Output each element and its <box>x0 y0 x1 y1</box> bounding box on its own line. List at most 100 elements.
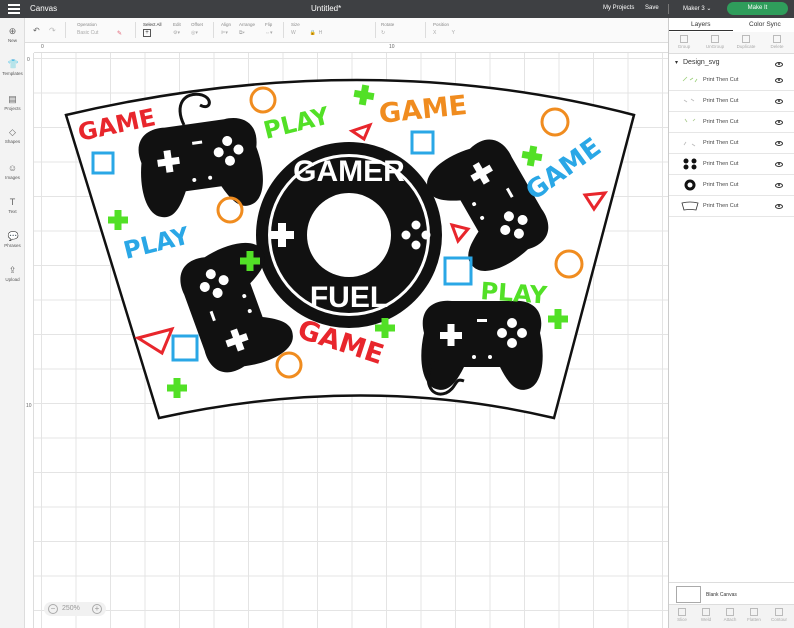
operation-value: Basic Cut <box>77 30 99 36</box>
top-header: Canvas Untitled* My Projects Save Maker … <box>0 0 794 18</box>
sidebar-item-images[interactable]: ☺ Images <box>0 163 25 180</box>
vertical-ruler: 0 10 <box>25 53 34 628</box>
design-canvas[interactable]: GAMER FUEL GAME PLAY GAME GAME PLAY PLAY… <box>34 53 668 628</box>
upload-icon: ⇪ <box>8 265 17 275</box>
sidebar-item-shapes[interactable]: ◇ Shapes <box>0 127 25 144</box>
header-divider <box>668 4 669 14</box>
duplicate-icon <box>742 35 750 43</box>
eye-icon[interactable] <box>775 141 783 146</box>
sidebar-item-text[interactable]: T Text <box>0 197 25 214</box>
eye-icon[interactable] <box>775 78 783 83</box>
group-name: Design_svg <box>683 59 720 66</box>
edit-toolbar: ↶ ↷ Operation Basic Cut ✎ Select All + E… <box>25 18 668 43</box>
ungroup-button[interactable]: UnGroup <box>700 35 730 49</box>
offset-icon: ◎▾ <box>191 30 198 36</box>
sidebar-item-projects[interactable]: ▤ Projects <box>0 94 25 111</box>
weld-label: Weld <box>700 617 712 622</box>
redo-icon[interactable]: ↷ <box>49 26 56 35</box>
flip-label: Flip <box>265 22 273 27</box>
eye-icon[interactable] <box>775 99 783 104</box>
ungroup-label: UnGroup <box>705 44 725 49</box>
rotate-icon: ↻ <box>381 30 386 36</box>
attach-label: Attach <box>723 617 737 622</box>
flatten-icon <box>750 608 758 616</box>
layer-row[interactable]: Print Then Cut <box>669 70 794 91</box>
align-label: Align <box>221 22 232 27</box>
arrange-control[interactable]: Arrange ⧉▾ <box>239 22 255 36</box>
eye-icon[interactable] <box>775 204 783 209</box>
toolbar-divider <box>425 22 426 38</box>
make-it-button[interactable]: Make It <box>727 2 788 15</box>
tab-color-sync[interactable]: Color Sync <box>749 21 781 28</box>
eye-icon[interactable] <box>775 62 783 67</box>
sidebar-item-templates[interactable]: 👕 Templates <box>0 59 25 76</box>
machine-label: Maker 3 <box>683 6 705 12</box>
layer-thumbnail <box>683 98 695 103</box>
layer-name: Print Then Cut <box>703 140 739 146</box>
edit-control[interactable]: Edit ⚙▾ <box>173 22 181 36</box>
layer-row[interactable]: Print Then Cut <box>669 91 794 112</box>
horizontal-ruler: 0 10 <box>34 43 668 53</box>
tumbler-wrap-design[interactable]: GAMER FUEL GAME PLAY GAME GAME PLAY PLAY… <box>34 53 668 628</box>
pen-icon: ✎ <box>117 31 123 37</box>
toolbar-divider <box>135 22 136 38</box>
layer-thumbnail <box>683 158 697 170</box>
eye-icon[interactable] <box>775 183 783 188</box>
duplicate-button[interactable]: Duplicate <box>731 35 761 49</box>
group-button[interactable]: Group <box>669 35 699 49</box>
layer-name: Print Then Cut <box>703 182 739 188</box>
ruler-mark: 10 <box>26 403 32 409</box>
offset-control[interactable]: Offset ◎▾ <box>191 22 203 36</box>
layer-group-row[interactable]: ▾ Design_svg <box>669 56 794 70</box>
zoom-in-button[interactable]: + <box>92 604 102 614</box>
align-control[interactable]: Align ⊫▾ <box>221 22 231 36</box>
delete-button[interactable]: Delete <box>762 35 792 49</box>
panel-tabs: Layers Color Sync <box>669 18 794 31</box>
select-all-label: Select All <box>143 22 162 27</box>
sidebar-item-new[interactable]: ⊕ New <box>0 26 25 43</box>
save-button[interactable]: Save <box>645 5 659 11</box>
image-icon: ☺ <box>7 163 18 173</box>
zoom-out-button[interactable]: − <box>48 604 58 614</box>
layer-row[interactable]: Print Then Cut <box>669 112 794 133</box>
select-all-button[interactable]: Select All + <box>143 22 162 37</box>
plus-icon: ⊕ <box>8 26 17 36</box>
weld-button[interactable]: Weld <box>694 608 718 622</box>
edit-icon: ⚙▾ <box>173 30 180 36</box>
flip-control[interactable]: Flip ⇔▾ <box>265 22 273 36</box>
height-label: H <box>318 30 323 36</box>
rotate-control[interactable]: Rotate ↻ <box>381 22 394 36</box>
sidebar-item-phrases[interactable]: 💬 Phrases <box>0 231 25 248</box>
app-name: Canvas <box>30 4 58 13</box>
blank-canvas-row[interactable]: Blank Canvas <box>669 582 794 606</box>
contour-button[interactable]: Contour <box>767 608 791 622</box>
operation-control[interactable]: Operation Basic Cut <box>77 22 98 36</box>
sidebar-item-upload[interactable]: ⇪ Upload <box>0 265 25 282</box>
duplicate-label: Duplicate <box>736 44 756 49</box>
select-all-icon: + <box>143 29 151 37</box>
my-projects-link[interactable]: My Projects <box>603 5 634 11</box>
slice-button[interactable]: Slice <box>670 608 694 622</box>
attach-button[interactable]: Attach <box>718 608 742 622</box>
undo-icon[interactable]: ↶ <box>33 26 40 35</box>
flatten-button[interactable]: Flatten <box>742 608 766 622</box>
position-control[interactable]: Position X Y <box>433 22 455 36</box>
blank-canvas-swatch[interactable] <box>676 586 701 603</box>
width-label: W <box>291 30 296 36</box>
hamburger-menu-icon[interactable] <box>8 4 20 14</box>
eye-icon[interactable] <box>775 162 783 167</box>
size-control[interactable]: Size W 🔒 H <box>291 22 322 36</box>
toolbar-divider <box>65 22 66 38</box>
tab-layers[interactable]: Layers <box>691 21 711 28</box>
machine-select[interactable]: Maker 3 ⌄ <box>683 5 711 12</box>
sidebar-item-label: Images <box>5 175 20 180</box>
layer-thumbnail <box>682 76 698 83</box>
document-title[interactable]: Untitled* <box>311 4 341 13</box>
collapse-caret-icon[interactable]: ▾ <box>675 59 678 66</box>
eye-icon[interactable] <box>775 120 783 125</box>
layer-row[interactable]: Print Then Cut <box>669 175 794 196</box>
y-label: Y <box>451 30 455 36</box>
layer-row[interactable]: Print Then Cut <box>669 133 794 154</box>
layer-row[interactable]: Print Then Cut <box>669 154 794 175</box>
layer-row[interactable]: Print Then Cut <box>669 196 794 217</box>
